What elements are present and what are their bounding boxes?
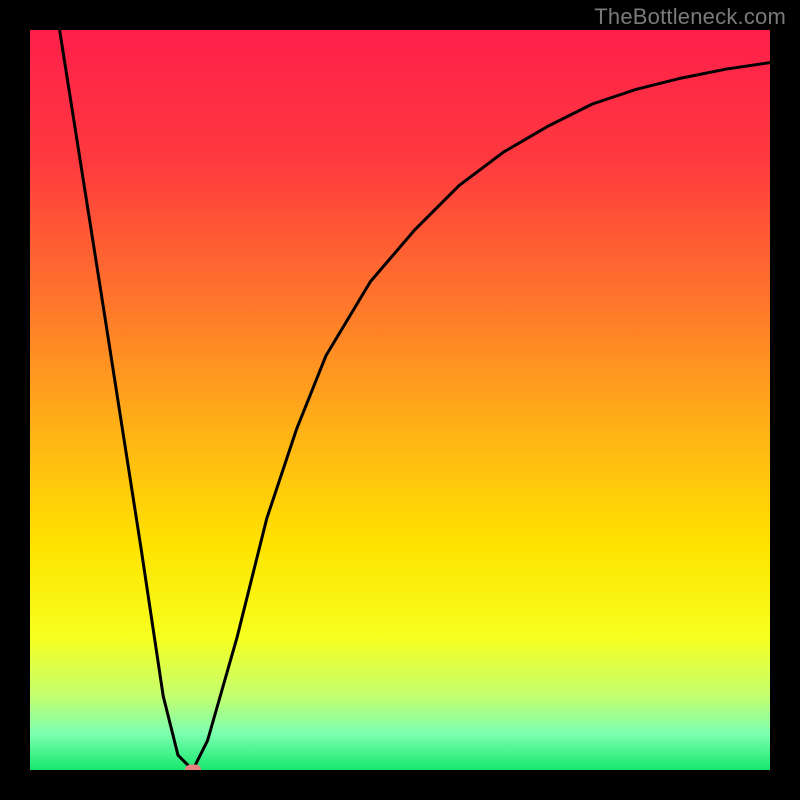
optimal-point-marker [185, 765, 201, 771]
chart-frame: TheBottleneck.com [0, 0, 800, 800]
plot-area [30, 30, 770, 770]
watermark-text: TheBottleneck.com [594, 4, 786, 30]
chart-svg [30, 30, 770, 770]
gradient-rect [30, 30, 770, 770]
